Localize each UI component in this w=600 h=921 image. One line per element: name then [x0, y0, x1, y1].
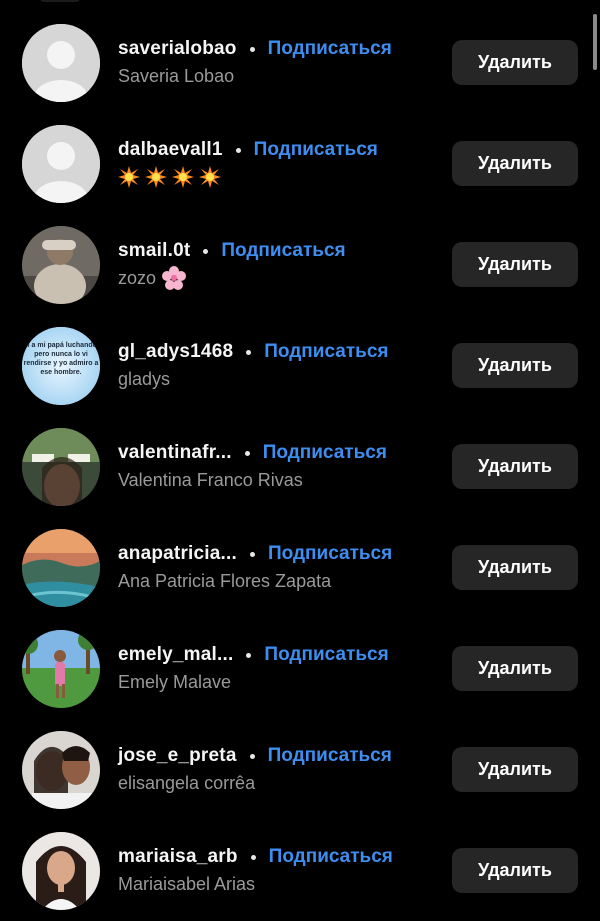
follow-button[interactable]: Подписаться	[221, 240, 345, 262]
username[interactable]: gl_adys1468	[118, 341, 233, 363]
display-name-emoji	[118, 165, 438, 189]
avatar-photo	[22, 630, 100, 708]
avatar-quote-text: Vi a mi papá luchando, pero nunca lo vi …	[23, 342, 99, 376]
follow-button[interactable]: Подписаться	[268, 38, 392, 60]
collision-emoji	[118, 166, 140, 188]
username[interactable]: mariaisa_arb	[118, 846, 238, 868]
avatar[interactable]	[22, 529, 100, 607]
username[interactable]: anapatricia...	[118, 543, 237, 565]
collision-emoji	[145, 166, 167, 188]
remove-button[interactable]: Удалить	[452, 343, 578, 388]
avatar[interactable]	[22, 630, 100, 708]
display-name: elisangela corrêa	[118, 772, 256, 793]
username[interactable]: jose_e_preta	[118, 745, 237, 767]
username[interactable]: saverialobao	[118, 38, 237, 60]
list-item: mariaisa_arb Подписаться Mariaisabel Ari…	[0, 820, 600, 921]
follow-button[interactable]: Подписаться	[264, 341, 388, 363]
collision-emoji	[199, 166, 221, 188]
list-item: emely_mal... Подписаться Emely Malave Уд…	[0, 618, 600, 719]
display-name: gladys	[118, 368, 171, 389]
separator-dot	[249, 46, 255, 52]
collision-emoji	[172, 166, 194, 188]
remove-button[interactable]: Удалить	[452, 646, 578, 691]
separator-dot	[250, 854, 256, 860]
display-name: Emely Malave	[118, 671, 232, 692]
separator-dot	[203, 248, 209, 254]
follow-button[interactable]: Подписаться	[263, 442, 387, 464]
follow-button[interactable]: Подписаться	[264, 644, 388, 666]
list-item: jose_e_preta Подписаться elisangela corr…	[0, 719, 600, 820]
remove-button[interactable]: Удалить	[452, 141, 578, 186]
follow-button[interactable]: Подписаться	[268, 543, 392, 565]
separator-dot	[244, 450, 250, 456]
list-item: Vi a mi papá luchando, pero nunca lo vi …	[0, 315, 600, 416]
cherry-blossom-emoji	[162, 266, 187, 290]
follow-button[interactable]: Подписаться	[254, 139, 378, 161]
remove-button[interactable]: Удалить	[452, 747, 578, 792]
default-avatar-icon	[22, 24, 100, 102]
username[interactable]: dalbaevall1	[118, 139, 223, 161]
separator-dot	[246, 349, 252, 355]
remove-button[interactable]: Удалить	[452, 242, 578, 287]
username[interactable]: smail.0t	[118, 240, 190, 262]
separator-dot	[249, 753, 255, 759]
remove-button[interactable]: Удалить	[452, 444, 578, 489]
list-item: anapatricia... Подписаться Ana Patricia …	[0, 517, 600, 618]
display-name: Saveria Lobao	[118, 65, 235, 86]
list-item: valentinafr... Подписаться Valentina Fra…	[0, 416, 600, 517]
remove-button[interactable]: Удалить	[452, 848, 578, 893]
separator-dot	[235, 147, 241, 153]
previous-row-edge	[40, 0, 80, 2]
avatar-photo	[22, 428, 100, 506]
remove-button[interactable]: Удалить	[452, 40, 578, 85]
separator-dot	[249, 551, 255, 557]
avatar[interactable]	[22, 125, 100, 203]
avatar[interactable]	[22, 731, 100, 809]
display-name: Valentina Franco Rivas	[118, 469, 303, 490]
avatar[interactable]	[22, 226, 100, 304]
avatar[interactable]	[22, 428, 100, 506]
avatar[interactable]	[22, 24, 100, 102]
display-name: Ana Patricia Flores Zapata	[118, 570, 332, 591]
separator-dot	[246, 652, 252, 658]
remove-button[interactable]: Удалить	[452, 545, 578, 590]
username[interactable]: valentinafr...	[118, 442, 232, 464]
avatar[interactable]	[22, 832, 100, 910]
avatar-photo	[22, 226, 100, 304]
avatar-photo	[22, 731, 100, 809]
avatar-photo	[22, 832, 100, 910]
list-item: dalbaevall1 Подписаться Удалить	[0, 113, 600, 214]
follow-button[interactable]: Подписаться	[268, 745, 392, 767]
followers-list: saverialobao Подписаться Saveria Lobao У…	[0, 12, 600, 921]
follow-button[interactable]: Подписаться	[269, 846, 393, 868]
username[interactable]: emely_mal...	[118, 644, 233, 666]
list-item: saverialobao Подписаться Saveria Lobao У…	[0, 12, 600, 113]
list-item: smail.0t Подписаться zozo Удалить	[0, 214, 600, 315]
display-name: zozo	[118, 267, 157, 288]
default-avatar-icon	[22, 125, 100, 203]
avatar[interactable]: Vi a mi papá luchando, pero nunca lo vi …	[22, 327, 100, 405]
avatar-photo	[22, 529, 100, 607]
display-name: Mariaisabel Arias	[118, 873, 256, 894]
